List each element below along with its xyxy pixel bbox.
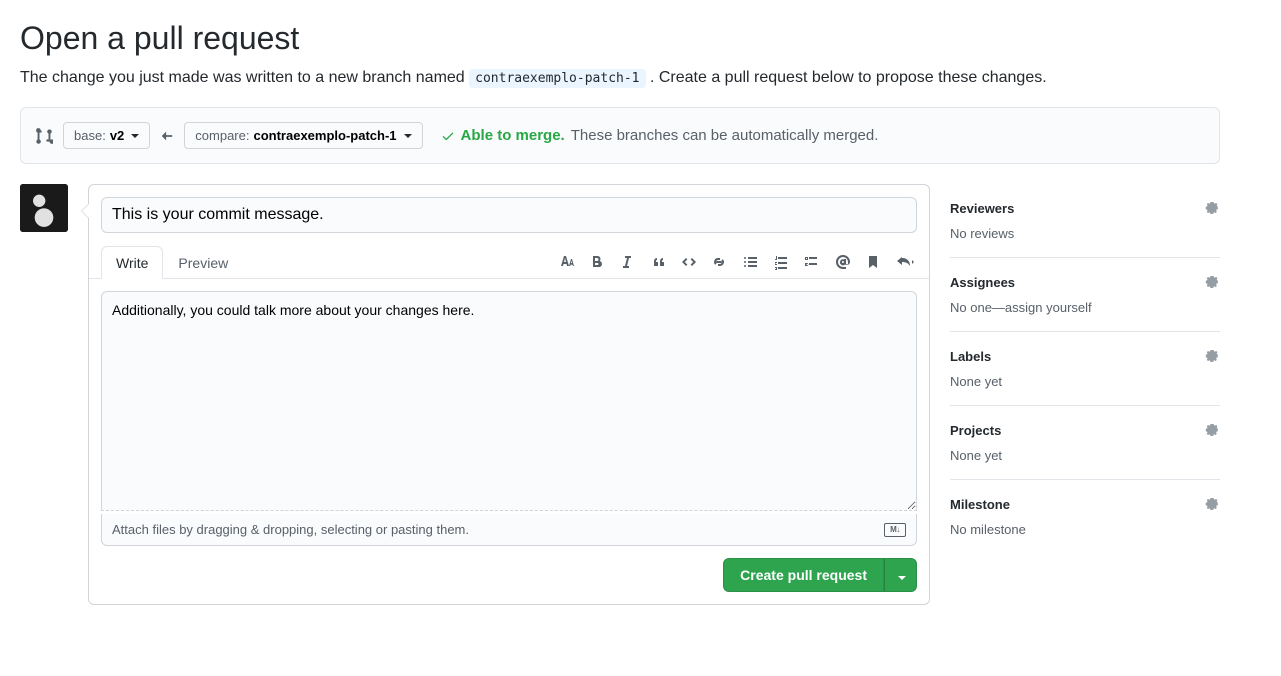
merge-able-text: Able to merge. [461,127,565,144]
markdown-toolbar [559,254,917,270]
assignees-value: No one—assign yourself [950,300,1220,315]
gear-icon[interactable] [1204,200,1220,216]
assignees-title: Assignees [950,275,1015,290]
create-pr-dropdown[interactable] [884,558,917,592]
reviewers-title: Reviewers [950,201,1014,216]
page-subtitle: The change you just made was written to … [20,69,1220,87]
labels-value: None yet [950,374,1220,389]
compare-branch-label: compare: [195,128,249,143]
assignees-prefix: No one— [950,300,1005,315]
unordered-list-icon[interactable] [743,254,759,270]
markdown-icon[interactable]: M↓ [884,523,906,537]
task-list-icon[interactable] [803,254,819,270]
gear-icon[interactable] [1204,274,1220,290]
pr-title-input[interactable] [101,197,917,233]
pr-form: Write Preview [88,184,930,605]
gear-icon[interactable] [1204,348,1220,364]
editor-tabnav: Write Preview [89,245,929,279]
chevron-down-icon [131,134,139,138]
merge-status: Able to merge. These branches can be aut… [441,127,879,144]
reviewers-value: No reviews [950,226,1220,241]
labels-section: Labels None yet [950,332,1220,406]
page-title: Open a pull request [20,20,1220,57]
attach-hint-bar[interactable]: Attach files by dragging & dropping, sel… [101,514,917,546]
chevron-down-icon [898,576,906,580]
tab-write[interactable]: Write [101,246,163,279]
milestone-value: No milestone [950,522,1220,537]
projects-title: Projects [950,423,1001,438]
compare-branch-select[interactable]: compare: contraexemplo-patch-1 [184,122,422,149]
subtitle-after: . Create a pull request below to propose… [650,69,1047,86]
branch-name-code: contraexemplo-patch-1 [469,69,645,88]
italic-icon[interactable] [619,254,635,270]
subtitle-before: The change you just made was written to … [20,69,469,86]
check-icon [441,129,455,143]
editor-body: Attach files by dragging & dropping, sel… [89,279,929,558]
milestone-title: Milestone [950,497,1010,512]
git-compare-icon [35,127,53,145]
reply-icon[interactable] [895,254,917,270]
form-actions: Create pull request [89,558,929,604]
projects-value: None yet [950,448,1220,463]
merge-detail-text: These branches can be automatically merg… [571,127,879,144]
reviewers-section: Reviewers No reviews [950,184,1220,258]
bookmark-icon[interactable] [865,254,881,270]
labels-title: Labels [950,349,991,364]
milestone-section: Milestone No milestone [950,480,1220,553]
gear-icon[interactable] [1204,496,1220,512]
pr-sidebar: Reviewers No reviews Assignees No one—as… [950,184,1220,553]
tab-preview[interactable]: Preview [163,246,243,279]
compare-branch-value: contraexemplo-patch-1 [253,128,396,143]
base-branch-select[interactable]: base: v2 [63,122,150,149]
base-branch-value: v2 [110,128,124,143]
avatar [20,184,68,232]
arrow-left-icon [160,129,174,143]
chevron-down-icon [404,134,412,138]
attach-hint-text: Attach files by dragging & dropping, sel… [112,522,469,537]
ordered-list-icon[interactable] [773,254,789,270]
quote-icon[interactable] [651,254,667,270]
bold-icon[interactable] [589,254,605,270]
projects-section: Projects None yet [950,406,1220,480]
code-icon[interactable] [681,254,697,270]
pr-body-input[interactable] [101,291,917,511]
link-icon[interactable] [711,254,727,270]
create-pr-button[interactable]: Create pull request [723,558,884,592]
branch-compare-bar: base: v2 compare: contraexemplo-patch-1 … [20,107,1220,164]
base-branch-label: base: [74,128,106,143]
mention-icon[interactable] [835,254,851,270]
gear-icon[interactable] [1204,422,1220,438]
assign-yourself-link[interactable]: assign yourself [1005,300,1092,315]
text-size-icon[interactable] [559,254,575,270]
assignees-section: Assignees No one—assign yourself [950,258,1220,332]
